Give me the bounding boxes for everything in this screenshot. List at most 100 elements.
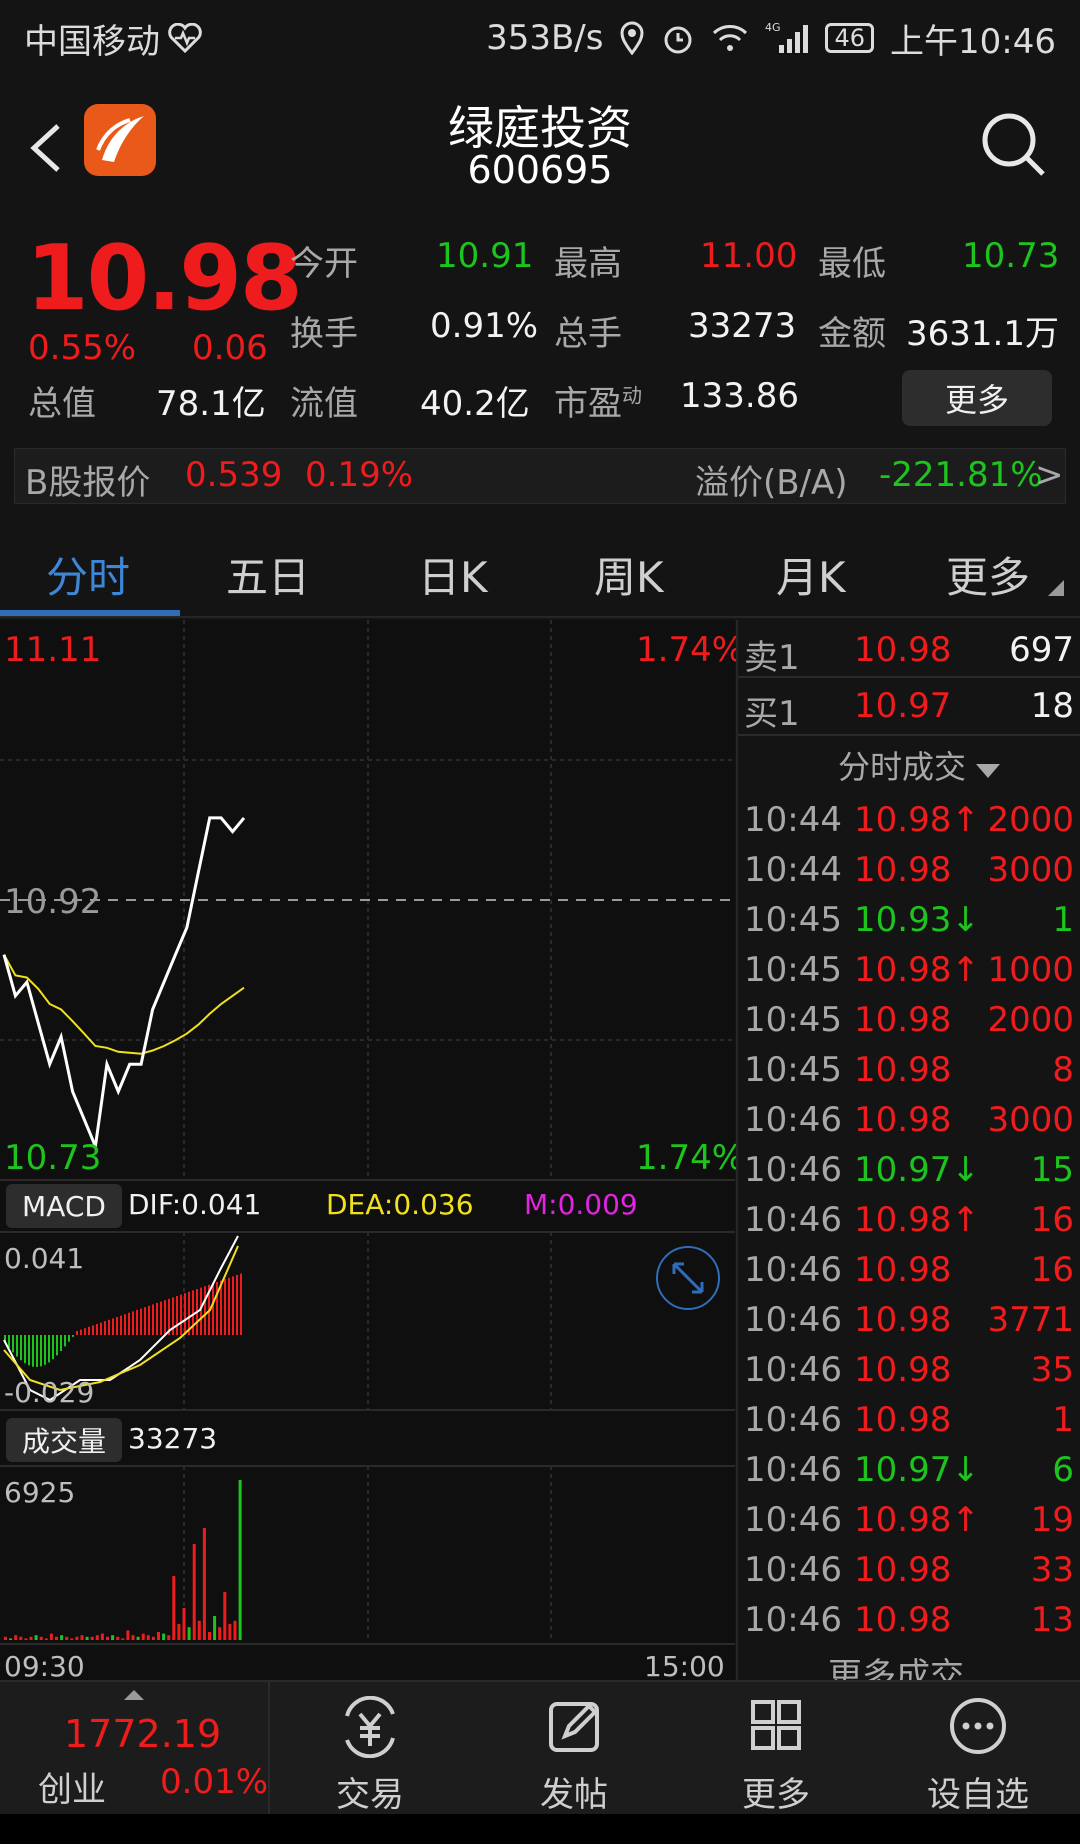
trade-button[interactable]: 交易 (300, 1695, 440, 1816)
macd-bar (192, 1290, 194, 1335)
chart-canvas (0, 620, 735, 1645)
volume-bar (19, 1636, 23, 1640)
volume-bar (100, 1633, 104, 1640)
edit-icon (549, 1702, 599, 1752)
ticks-header[interactable]: 分时成交 (838, 742, 1001, 788)
tick-volume: 15 (1030, 1150, 1074, 1190)
tick-price: 10.98↑ (854, 1200, 980, 1240)
search-button[interactable] (975, 106, 1055, 186)
add-watchlist-button[interactable]: 设自选 (908, 1696, 1048, 1816)
tick-volume: 1 (1052, 900, 1074, 940)
tab-intraday[interactable]: 分时 (46, 544, 130, 605)
tick-price: 10.98 (854, 1300, 952, 1340)
volume-bar (95, 1635, 99, 1640)
volume-bar (192, 1544, 196, 1640)
network-speed: 353B/s (486, 18, 604, 58)
chart-mid-label: 10.92 (4, 882, 102, 922)
ellipsis-circle-icon (950, 1698, 1006, 1754)
tick-price: 10.97↓ (854, 1150, 980, 1190)
volume-bar (197, 1620, 201, 1640)
tick-row: 10:45 10.98 8 (738, 1046, 1080, 1096)
tick-volume: 2000 (987, 800, 1074, 840)
macd-bar (44, 1335, 46, 1365)
total-cap-value: 78.1亿 (156, 384, 266, 424)
tick-row: 10:46 10.98 3000 (738, 1096, 1080, 1146)
index-pct: 0.01% (160, 1762, 269, 1802)
index-name: 创业 (38, 1770, 106, 1810)
sell-1-label: 卖1 (744, 638, 800, 678)
tick-row: 10:46 10.98 1 (738, 1396, 1080, 1446)
volume-bar (136, 1636, 140, 1640)
add-watchlist-label: 设自选 (927, 1775, 1029, 1815)
post-button[interactable]: 发帖 (504, 1696, 644, 1816)
tab-five-day[interactable]: 五日 (226, 544, 310, 605)
volume-bar (233, 1620, 237, 1640)
volume-bar (85, 1636, 89, 1640)
macd-toggle-button[interactable]: MACD (6, 1184, 122, 1228)
volume-bar (146, 1635, 150, 1640)
tab-monthly-k[interactable]: 月K (776, 544, 846, 605)
heart-icon (168, 23, 202, 53)
macd-bar (120, 1315, 122, 1335)
tick-time: 10:46 (744, 1600, 842, 1640)
intraday-chart[interactable]: 11.11 1.74% 10.92 10.73 1.74% MACD DIF:0… (0, 620, 744, 1683)
index-ticker[interactable]: 1772.19 创业 0.01% (0, 1682, 270, 1816)
tick-time: 10:46 (744, 1550, 842, 1590)
price-line (2, 816, 246, 1152)
tick-price: 10.98 (854, 1400, 952, 1440)
tick-time: 10:45 (744, 900, 842, 940)
tab-weekly-k[interactable]: 周K (594, 544, 664, 605)
volume-bar (238, 1480, 242, 1640)
tick-price: 10.98↑ (854, 1500, 980, 1540)
ticks-header-label: 分时成交 (838, 748, 967, 786)
volume-bar (116, 1636, 120, 1640)
tick-volume: 33 (1030, 1550, 1074, 1590)
tick-price: 10.93↓ (854, 900, 980, 940)
tick-volume: 2000 (987, 1000, 1074, 1040)
more-button[interactable]: 更多 (706, 1696, 846, 1816)
macd-bar (112, 1318, 114, 1335)
macd-bar (32, 1335, 34, 1367)
volume-bar (167, 1635, 171, 1640)
corner-triangle-icon (1048, 580, 1064, 596)
volume-toggle-button[interactable]: 成交量 (6, 1418, 122, 1462)
more-quote-button[interactable]: 更多 (902, 370, 1052, 426)
tick-time: 10:44 (744, 850, 842, 890)
sell-1-row: 卖1 10.98 697 (738, 626, 1080, 678)
macd-bar (52, 1335, 54, 1360)
tick-price: 10.98 (854, 1350, 952, 1390)
average-line (3, 954, 245, 1055)
volume-bar (187, 1627, 191, 1640)
tick-volume: 3000 (987, 850, 1074, 890)
tick-volume: 35 (1030, 1350, 1074, 1390)
tab-more[interactable]: 更多 (946, 544, 1030, 605)
volume-bar (9, 1638, 13, 1640)
volume-bar (182, 1608, 186, 1640)
macd-bar (64, 1335, 66, 1347)
premium-label: 溢价(B/A) (695, 463, 848, 503)
expand-chart-button[interactable] (656, 1246, 720, 1310)
macd-bar (204, 1286, 206, 1335)
tick-row: 10:46 10.98 16 (738, 1246, 1080, 1296)
volume-bar (14, 1635, 18, 1640)
volume-bar (172, 1576, 176, 1640)
tick-time: 10:44 (744, 800, 842, 840)
tab-daily-k[interactable]: 日K (418, 544, 488, 605)
price-lines (2, 816, 246, 1152)
volume-bar (121, 1638, 125, 1640)
macd-bottom-label: -0.029 (4, 1376, 95, 1409)
chart-tabs: 分时 五日 日K 周K 月K 更多 (0, 518, 1080, 618)
tick-volume: 8 (1052, 1050, 1074, 1090)
tick-time: 10:45 (744, 1000, 842, 1040)
macd-bar (40, 1335, 42, 1367)
tick-time: 10:45 (744, 950, 842, 990)
network-type: 4G (765, 21, 781, 34)
b-share-bar[interactable]: B股报价 0.539 0.19% 溢价(B/A) -221.81% > (14, 448, 1066, 504)
high-value: 11.00 (700, 236, 798, 276)
volume-max-label: 6925 (4, 1476, 76, 1509)
time-start-label: 09:30 (4, 1650, 85, 1683)
tick-price: 10.98 (854, 1100, 952, 1140)
volume-bar (49, 1633, 53, 1640)
search-icon (982, 113, 1045, 176)
tick-row: 10:46 10.98 35 (738, 1346, 1080, 1396)
